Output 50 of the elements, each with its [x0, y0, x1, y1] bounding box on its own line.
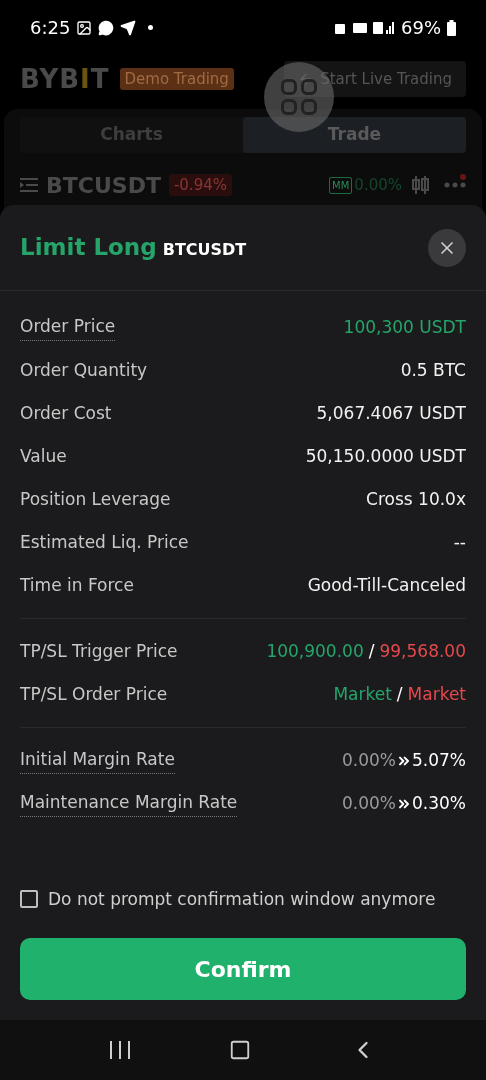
- separator-text: /: [368, 639, 375, 663]
- battery-icon: [447, 19, 456, 36]
- battery-percent: 69%: [401, 16, 441, 40]
- demo-trading-badge: Demo Trading: [119, 67, 234, 91]
- status-time: 6:25: [30, 16, 71, 40]
- row-label[interactable]: Initial Margin Rate: [20, 746, 175, 775]
- row-label: TP/SL Order Price: [20, 682, 168, 706]
- row-value: --: [453, 530, 466, 554]
- row-value: 5,067.4067 USDT: [316, 401, 466, 425]
- previous-value: 0.00%: [341, 748, 396, 772]
- take-profit-value: 100,900.00: [266, 639, 364, 663]
- row-value: Cross 10.0x: [366, 487, 466, 511]
- row-label: Estimated Liq. Price: [20, 530, 189, 554]
- row-label: Position Leverage: [20, 487, 171, 511]
- signal-icon: [335, 19, 395, 36]
- sheet-symbol: BTCUSDT: [162, 239, 247, 262]
- checkbox-label: Do not prompt confirmation window anymore: [48, 887, 436, 911]
- close-button[interactable]: [428, 228, 466, 267]
- row-value: 0.5 BTC: [400, 358, 466, 382]
- mm-badge: MM: [329, 176, 353, 194]
- gallery-icon: [76, 19, 93, 36]
- stop-loss-value: Market: [407, 682, 466, 706]
- row-label: Order Quantity: [20, 358, 148, 382]
- recent-apps-icon[interactable]: [109, 1040, 131, 1060]
- row-label: Order Cost: [20, 401, 112, 425]
- more-icon: [444, 182, 466, 188]
- stop-loss-value: 99,568.00: [379, 639, 466, 663]
- new-value: 0.30%: [412, 791, 466, 815]
- row-value: Good-Till-Canceled: [307, 573, 466, 597]
- previous-value: 0.00%: [341, 791, 396, 815]
- checkbox[interactable]: [20, 890, 38, 909]
- separator-text: /: [396, 682, 403, 706]
- row-label[interactable]: Maintenance Margin Rate: [20, 789, 238, 818]
- list-icon: [20, 178, 38, 192]
- change-badge: -0.94%: [168, 173, 232, 197]
- ticker-symbol: BTCUSDT: [46, 171, 161, 200]
- chat-icon: [98, 19, 115, 36]
- order-side-title: Limit Long: [20, 233, 157, 263]
- take-profit-value: Market: [333, 682, 392, 706]
- home-icon[interactable]: [229, 1039, 251, 1061]
- row-value: 100,300 USDT: [343, 315, 466, 339]
- row-value: 50,150.0000 USDT: [305, 444, 466, 468]
- mm-value: 0.00%: [354, 174, 402, 196]
- row-label: TP/SL Trigger Price: [20, 639, 178, 663]
- row-label: Value: [20, 444, 67, 468]
- row-label: Time in Force: [20, 573, 134, 597]
- new-value: 5.07%: [412, 748, 466, 772]
- send-icon: [120, 19, 137, 36]
- row-label[interactable]: Order Price: [20, 313, 116, 342]
- logo: BYBIT: [20, 62, 110, 96]
